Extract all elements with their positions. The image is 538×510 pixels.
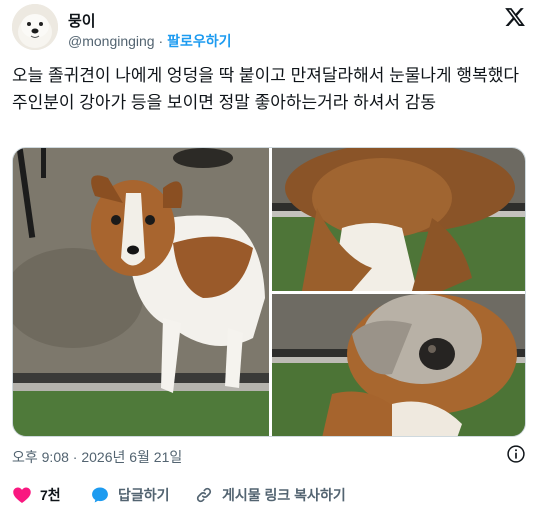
photo-dog-front[interactable] [13, 148, 269, 436]
tweet-header: 뭉이 @monginging · 팔로우하기 [12, 4, 526, 52]
link-icon [196, 487, 212, 503]
avatar[interactable] [12, 4, 58, 50]
reply-button[interactable]: 답글하기 [90, 484, 170, 506]
tweet-text: 오늘 졸귀견이 나에게 엉덩을 딱 붙이고 만져달라해서 눈물나게 행복했다 주… [12, 66, 519, 112]
author-display-name[interactable]: 뭉이 [68, 10, 96, 31]
tweet-timestamp[interactable]: 오후 9:08 · 2026년 6월 21일 [12, 447, 182, 467]
photo-dog-closeup[interactable] [272, 294, 525, 436]
action-bar: 7천 답글하기 게시물 링크 복사하기 [12, 484, 526, 508]
handle-row: @monginging · 팔로우하기 [68, 31, 231, 51]
info-icon[interactable] [506, 444, 526, 464]
like-button[interactable]: 7천 [12, 484, 61, 506]
separator-dot: · [158, 33, 164, 49]
reply-bubble-icon [92, 487, 108, 503]
x-logo-icon[interactable] [504, 6, 526, 28]
media-grid [12, 147, 526, 437]
author-handle[interactable]: @monginging [68, 33, 155, 49]
reply-label: 답글하기 [118, 487, 170, 503]
copy-link-button[interactable]: 게시물 링크 복사하기 [194, 484, 346, 506]
copy-link-label: 게시물 링크 복사하기 [222, 487, 346, 503]
follow-button[interactable]: 팔로우하기 [167, 33, 231, 49]
heart-icon [13, 487, 31, 503]
photo-dog-back[interactable] [272, 148, 525, 291]
like-count: 7천 [40, 487, 61, 503]
